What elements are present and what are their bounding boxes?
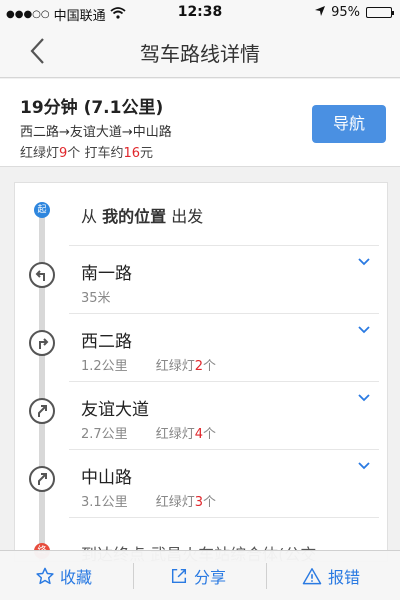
step-details: 3.1公里 红绿灯3个: [81, 491, 216, 510]
step-road-name: 中山路: [81, 468, 132, 488]
step-lights-unit: 个: [202, 359, 216, 374]
route-step[interactable]: 友谊大道 2.7公里 红绿灯4个: [15, 381, 387, 449]
step-lights-label: 红绿灯: [155, 427, 195, 442]
step-details: 2.7公里 红绿灯4个: [81, 423, 216, 442]
favorite-label: 收藏: [60, 568, 93, 587]
taxi-fare-unit: 元: [140, 146, 154, 161]
chevron-down-icon[interactable]: [357, 323, 371, 337]
step-details: 35米: [81, 287, 111, 306]
step-lights-label: 红绿灯: [155, 495, 195, 510]
nav-bar: 驾车路线详情: [0, 26, 400, 78]
step-distance: 2.7公里: [81, 427, 128, 442]
toolbar-divider: [266, 563, 267, 589]
report-label: 报错: [328, 568, 361, 587]
step-road-name: 南一路: [81, 264, 132, 284]
step-details: 1.2公里 红绿灯2个: [81, 355, 216, 374]
page-title: 驾车路线详情: [140, 42, 260, 66]
route-step[interactable]: 南一路 35米: [15, 245, 387, 313]
report-button[interactable]: 报错: [302, 551, 360, 600]
warning-icon: [302, 568, 322, 585]
route-summary: 19分钟 (7.1公里) 西二路→友谊大道→中山路 红绿灯9个 打车约16元 导…: [0, 79, 400, 167]
star-icon: [36, 567, 54, 585]
step-lights-count: 3: [194, 495, 203, 510]
traffic-lights-unit: 个: [67, 146, 81, 161]
step-distance: 35米: [81, 291, 111, 306]
battery-percent: 95%: [331, 5, 360, 20]
battery-icon: [366, 7, 394, 18]
status-bar: ●●●○○ 中国联通 12:38 95%: [0, 0, 400, 26]
chevron-down-icon[interactable]: [357, 459, 371, 473]
step-distance: 1.2公里: [81, 359, 128, 374]
route-duration: 19分钟 (7.1公里): [20, 98, 164, 118]
route-meta: 红绿灯9个 打车约16元: [20, 142, 153, 161]
chevron-down-icon[interactable]: [357, 255, 371, 269]
turn-left-icon: [29, 262, 55, 288]
step-lights-count: 2: [194, 359, 203, 374]
bear-right-icon: [29, 466, 55, 492]
favorite-button[interactable]: 收藏: [36, 551, 92, 600]
step-lights-count: 4: [194, 427, 203, 442]
route-step[interactable]: 中山路 3.1公里 红绿灯3个: [15, 449, 387, 517]
step-divider: [69, 381, 379, 382]
share-icon: [171, 568, 187, 584]
share-label: 分享: [194, 568, 227, 587]
chevron-down-icon[interactable]: [357, 391, 371, 405]
taxi-fare-label: 打车约: [84, 146, 124, 161]
bear-right-icon: [29, 398, 55, 424]
step-lights-label: 红绿灯: [155, 359, 195, 374]
start-row: 从 我的位置 出发: [81, 203, 203, 227]
step-road-name: 西二路: [81, 332, 132, 352]
step-divider: [69, 245, 379, 246]
toolbar-divider: [133, 563, 134, 589]
navigate-button[interactable]: 导航: [312, 105, 386, 143]
taxi-fare-amount: 16: [123, 146, 141, 161]
share-button[interactable]: 分享: [170, 551, 226, 600]
location-arrow-icon: [315, 5, 326, 20]
step-divider: [69, 449, 379, 450]
route-steps-card: 起 从 我的位置 出发 南一路 35米 西二路 1.2公里红绿灯2个 友谊大道: [14, 182, 388, 562]
step-lights-unit: 个: [202, 495, 216, 510]
traffic-lights-label: 红绿灯: [20, 146, 60, 161]
start-prefix: 从: [81, 207, 98, 226]
step-road-name: 友谊大道: [81, 400, 149, 420]
step-divider: [69, 313, 379, 314]
step-lights-unit: 个: [202, 427, 216, 442]
step-divider: [69, 517, 379, 518]
bottom-toolbar: 收藏 分享 报错: [0, 550, 400, 600]
step-distance: 3.1公里: [81, 495, 128, 510]
turn-right-icon: [29, 330, 55, 356]
route-roads: 西二路→友谊大道→中山路: [20, 125, 172, 140]
start-badge: 起: [34, 202, 50, 218]
route-step[interactable]: 西二路 1.2公里 红绿灯2个: [15, 313, 387, 381]
start-suffix: 出发: [171, 207, 204, 226]
start-place: 我的位置: [102, 207, 167, 226]
